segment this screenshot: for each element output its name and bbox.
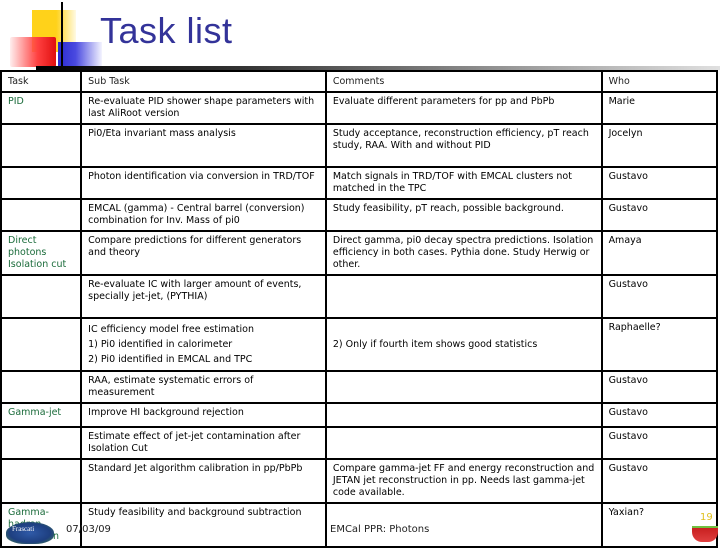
who-cell: Gustavo [600, 458, 719, 504]
who-cell: Gustavo [600, 402, 719, 428]
subtask-line: 1) Pi0 identified in calorimeter [88, 339, 233, 350]
logo-text: Frascati [12, 525, 35, 533]
decorative-blue-square [58, 42, 102, 66]
comments-cell: Direct gamma, pi0 decay spectra predicti… [324, 230, 603, 276]
task-cell: PID [0, 91, 83, 125]
comments-cell: Match signals in TRD/TOF with EMCAL clus… [324, 166, 603, 200]
slide-number: 19 [700, 512, 713, 523]
table-row: Photon identification via conversion in … [0, 166, 719, 200]
subtask-line: 2) Pi0 identified in EMCAL and TPC [88, 354, 253, 365]
decorative-red-square [10, 37, 56, 67]
task-cell [0, 198, 83, 232]
task-cell [0, 123, 83, 168]
header-row: Task Sub Task Comments Who [0, 70, 719, 93]
who-cell: Gustavo [600, 426, 719, 460]
who-cell: Gustavo [600, 274, 719, 319]
task-cell: Gamma-jet [0, 402, 83, 428]
subtask-cell: Pi0/Eta invariant mass analysis [80, 123, 327, 168]
who-cell: Gustavo [600, 198, 719, 232]
table-row: PID Re-evaluate PID shower shape paramet… [0, 91, 719, 125]
subtask-cell: Compare predictions for different genera… [80, 230, 327, 276]
subtask-cell: Re-evaluate PID shower shape parameters … [80, 91, 327, 125]
table-row: IC efficiency model free estimation 1) P… [0, 317, 719, 372]
decorative-vertical-line [61, 2, 63, 68]
footer-title: EMCal PPR: Photons [330, 524, 430, 535]
who-cell: Gustavo [600, 370, 719, 404]
subtask-cell: Estimate effect of jet-jet contamination… [80, 426, 327, 460]
table-row: RAA, estimate systematic errors of measu… [0, 370, 719, 404]
comments-cell: 2) Only if fourth item shows good statis… [324, 317, 603, 372]
comments-cell [324, 426, 603, 460]
comments-cell: Study feasibility, pT reach, possible ba… [324, 198, 603, 232]
task-cell [0, 426, 83, 460]
task-cell [0, 317, 83, 372]
table-row: Direct photons Isolation cut Compare pre… [0, 230, 719, 276]
table-row: Re-evaluate IC with larger amount of eve… [0, 274, 719, 319]
task-cell [0, 274, 83, 319]
table-row: Standard Jet algorithm calibration in pp… [0, 458, 719, 504]
header-task: Task [0, 70, 83, 93]
header-who: Who [600, 70, 719, 93]
header-subtask: Sub Task [80, 70, 327, 93]
subtask-cell: RAA, estimate systematic errors of measu… [80, 370, 327, 404]
subtask-cell: Photon identification via conversion in … [80, 166, 327, 200]
subtask-cell: Standard Jet algorithm calibration in pp… [80, 458, 327, 504]
comments-cell [324, 402, 603, 428]
comments-cell: Compare gamma-jet FF and energy reconstr… [324, 458, 603, 504]
who-cell: Marie [600, 91, 719, 125]
who-cell: Gustavo [600, 166, 719, 200]
table-row: Estimate effect of jet-jet contamination… [0, 426, 719, 460]
subtask-cell: IC efficiency model free estimation 1) P… [80, 317, 327, 372]
subtask-cell: Re-evaluate IC with larger amount of eve… [80, 274, 327, 319]
comments-cell: Evaluate different parameters for pp and… [324, 91, 603, 125]
frascati-logo: Frascati [6, 522, 54, 544]
comments-cell [324, 370, 603, 404]
task-table: Task Sub Task Comments Who PID Re-evalua… [0, 70, 719, 548]
table-row: Pi0/Eta invariant mass analysis Study ac… [0, 123, 719, 168]
subtask-line: IC efficiency model free estimation [88, 324, 255, 335]
comments-cell: Study acceptance, reconstruction efficie… [324, 123, 603, 168]
slide-title: Task list [100, 10, 233, 51]
subtask-cell: Study feasibility and background subtrac… [80, 502, 327, 548]
task-cell [0, 370, 83, 404]
who-cell: Jocelyn [600, 123, 719, 168]
who-cell: Raphaelle? [600, 317, 719, 372]
task-cell [0, 458, 83, 504]
table-row: EMCAL (gamma) - Central barrel (conversi… [0, 198, 719, 232]
task-cell [0, 166, 83, 200]
comments-cell [324, 274, 603, 319]
who-cell: Amaya [600, 230, 719, 276]
subtask-cell: EMCAL (gamma) - Central barrel (conversi… [80, 198, 327, 232]
table-row: Gamma-jet Improve HI background rejectio… [0, 402, 719, 428]
footer-date: 07/03/09 [66, 524, 111, 535]
task-cell: Direct photons Isolation cut [0, 230, 83, 276]
subtask-cell: Improve HI background rejection [80, 402, 327, 428]
header-comments: Comments [324, 70, 603, 93]
